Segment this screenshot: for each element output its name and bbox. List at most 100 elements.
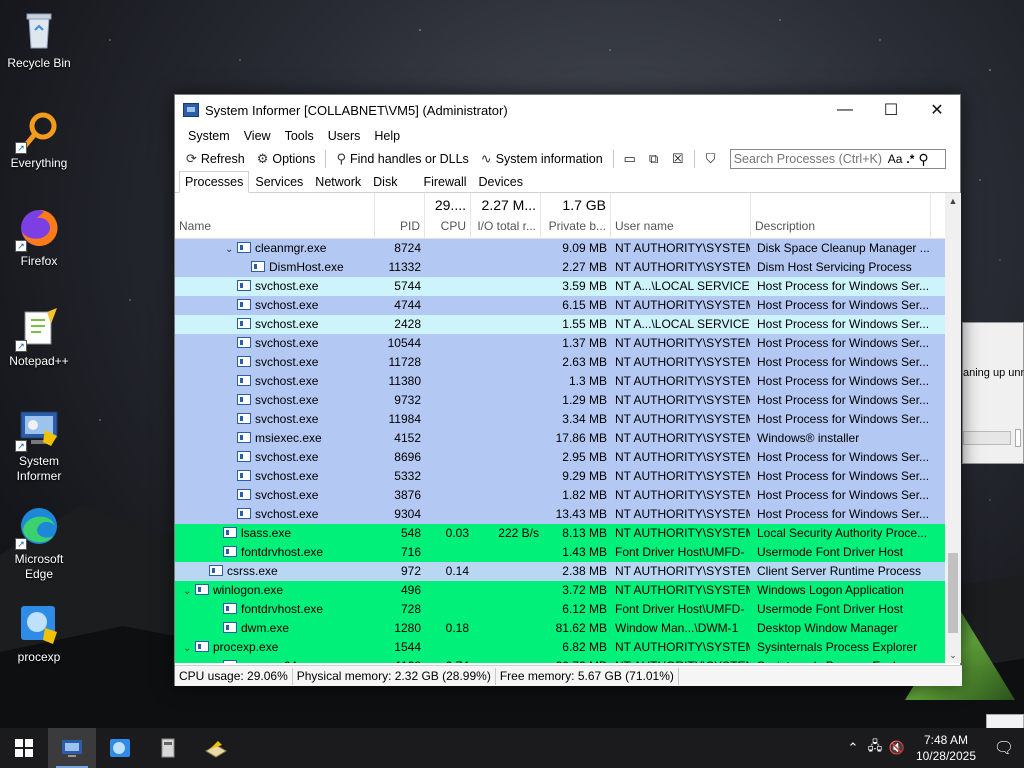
process-row[interactable]: svchost.exe 11984 3.34 MB NT AUTHORITY\SYST… [175, 410, 945, 429]
process-row[interactable]: procexp64.exe 11280.74 20.72 MB NT AUTHORIT… [175, 657, 945, 663]
scroll-down-icon[interactable]: ⌄ [945, 647, 961, 663]
process-row[interactable]: ⌄ cleanmgr.exe 8724 9.09 MB NT AUTHORITY\SYS… [175, 239, 945, 258]
column-private-bytes[interactable]: 1.7 GB Private b... [541, 193, 611, 239]
process-row[interactable]: csrss.exe 972 0.14 2.38 MB NT AUTHORITY\SYST… [175, 562, 945, 581]
regex-toggle[interactable]: .* [906, 152, 914, 166]
process-cpu [421, 334, 469, 353]
desktop-icon-notepadpp[interactable]: ↗ Notepad++ [4, 306, 74, 369]
find-window-icon[interactable]: ⧉ [643, 149, 665, 169]
tab-devices[interactable]: Devices [473, 172, 529, 192]
process-row[interactable]: svchost.exe 4744 6.15 MB NT AUTHORITY\SYSTE… [175, 296, 945, 315]
desktop-icon-procexp[interactable]: procexp [4, 602, 74, 665]
search-input[interactable] [733, 152, 886, 166]
system-informer-window[interactable]: System Informer [COLLABNET\VM5] (Adminis… [174, 94, 962, 686]
volume-muted-icon[interactable]: 🔇 [886, 740, 908, 756]
process-row[interactable]: svchost.exe 11728 2.63 MB NT AUTHORITY\SYST… [175, 353, 945, 372]
window-icon[interactable]: ▭ [619, 149, 641, 169]
background-window[interactable]: aning up unn [962, 322, 1024, 464]
system-information-button[interactable]: ∿ System information [476, 149, 608, 169]
desktop-icon-edge[interactable]: ↗ Microsoft Edge [4, 504, 74, 582]
process-row[interactable]: svchost.exe 5332 9.29 MB NT AUTHORITY\SYSTE… [175, 467, 945, 486]
process-user: NT AUTHORITY\SYSTEM [615, 393, 750, 407]
process-pid: 10544 [387, 336, 421, 350]
column-io[interactable]: 2.27 M... I/O total r... [471, 193, 541, 239]
expand-chevron-icon[interactable]: ⌄ [225, 240, 237, 258]
process-row[interactable]: ⌄ procexp.exe 1544 6.82 MB NT AUTHORITY\SYST… [175, 638, 945, 657]
desktop-icon-label: Firefox [20, 254, 58, 268]
shield-icon[interactable]: ⛉ [700, 149, 722, 169]
taskbar-installer[interactable] [192, 728, 240, 768]
tab-services[interactable]: Services [249, 172, 309, 192]
desktop-icon-system-informer[interactable]: ↗ System Informer [4, 406, 74, 484]
process-tree[interactable]: Name PID 29.... CPU 2.27 M... I/O total … [175, 193, 945, 663]
taskbar-cleanmgr[interactable] [144, 728, 192, 768]
process-row[interactable]: svchost.exe 3876 1.82 MB NT AUTHORITY\SYSTE… [175, 486, 945, 505]
column-pid[interactable]: PID [375, 193, 425, 239]
process-private-bytes: 3.34 MB [562, 412, 607, 426]
process-row[interactable]: svchost.exe 2428 1.55 MB NT A...\LOCAL SERV… [175, 315, 945, 334]
kill-window-icon[interactable]: ☒ [667, 149, 689, 169]
taskbar-system-informer[interactable] [48, 728, 96, 768]
process-row[interactable]: svchost.exe 9732 1.29 MB NT AUTHORITY\SYSTE… [175, 391, 945, 410]
tab-disk[interactable]: Disk [367, 172, 403, 192]
process-row[interactable]: DismHost.exe 11332 2.27 MB NT AUTHORITY\SYS… [175, 258, 945, 277]
scroll-up-icon[interactable]: ▲ [945, 193, 961, 209]
process-row[interactable]: svchost.exe 8696 2.95 MB NT AUTHORITY\SYSTE… [175, 448, 945, 467]
desktop-icon-label: procexp [17, 650, 61, 664]
options-button[interactable]: ⚙ Options [252, 149, 321, 169]
process-io: 222 B/s [498, 526, 539, 540]
start-button[interactable] [0, 728, 48, 768]
find-handles-label: Find handles or DLLs [349, 152, 469, 166]
title-bar[interactable]: System Informer [COLLABNET\VM5] (Adminis… [175, 95, 960, 125]
process-name: svchost.exe [255, 469, 319, 483]
tab-processes[interactable]: Processes [179, 171, 250, 193]
process-row[interactable]: fontdrvhost.exe 716 1.43 MB Font Driver Hos… [175, 543, 945, 562]
expand-chevron-icon[interactable]: ⌄ [183, 582, 195, 600]
column-cpu[interactable]: 29.... CPU [425, 193, 471, 239]
find-handles-button[interactable]: ⚲ Find handles or DLLs [331, 149, 473, 169]
tray-overflow-icon[interactable]: ⌃ [842, 740, 864, 756]
process-cpu [421, 296, 469, 315]
process-row[interactable]: lsass.exe 548 0.03 222 B/s 8.13 MB NT AUTHORI… [175, 524, 945, 543]
close-button[interactable]: ✕ [914, 95, 960, 125]
process-io [469, 505, 539, 524]
process-row[interactable]: svchost.exe 9304 13.43 MB NT AUTHORITY\SYST… [175, 505, 945, 524]
scroll-thumb[interactable] [948, 553, 958, 633]
match-case-toggle[interactable]: Aa [888, 152, 903, 166]
tab-firewall[interactable]: Firewall [417, 172, 472, 192]
column-description[interactable]: Description [751, 193, 931, 239]
desktop-icon-recycle-bin[interactable]: Recycle Bin [4, 8, 74, 71]
process-row[interactable]: ⌄ winlogon.exe 496 3.72 MB NT AUTHORITY\SYST… [175, 581, 945, 600]
menu-view[interactable]: View [237, 129, 278, 143]
maximize-button[interactable]: ☐ [868, 95, 914, 125]
column-name[interactable]: Name [175, 193, 375, 239]
column-user-name[interactable]: User name [611, 193, 751, 239]
desktop-icon-everything[interactable]: ↗ Everything [4, 108, 74, 171]
process-cpu [421, 581, 469, 600]
minimize-button[interactable]: — [822, 95, 868, 125]
network-icon[interactable]: 🖧 [864, 737, 886, 759]
tab-network[interactable]: Network [309, 172, 367, 192]
notification-center-icon[interactable]: 🗨 [984, 728, 1024, 768]
taskbar-procexp[interactable] [96, 728, 144, 768]
process-io [469, 239, 539, 258]
expand-chevron-icon[interactable]: ⌄ [183, 639, 195, 657]
magnifier-icon[interactable]: ⚲ [918, 151, 928, 168]
process-row[interactable]: fontdrvhost.exe 728 6.12 MB Font Driver Hos… [175, 600, 945, 619]
process-row[interactable]: msiexec.exe 4152 17.86 MB NT AUTHORITY\SYST… [175, 429, 945, 448]
vertical-scrollbar[interactable]: ▲ ⌄ [945, 193, 961, 663]
menu-users[interactable]: Users [321, 129, 368, 143]
process-row[interactable]: svchost.exe 11380 1.3 MB NT AUTHORITY\SYSTE… [175, 372, 945, 391]
search-box[interactable]: Aa .* ⚲ [729, 149, 946, 169]
desktop-icon-firefox[interactable]: ↗ Firefox [4, 206, 74, 269]
process-row[interactable]: svchost.exe 10544 1.37 MB NT AUTHORITY\SYST… [175, 334, 945, 353]
process-row[interactable]: dwm.exe 1280 0.18 81.62 MB Window Man...\DWM… [175, 619, 945, 638]
process-private-bytes: 6.15 MB [562, 298, 607, 312]
process-description: Sysinternals Process Explorer [757, 657, 929, 663]
process-row[interactable]: svchost.exe 5744 3.59 MB NT A...\LOCAL SERV… [175, 277, 945, 296]
menu-system[interactable]: System [181, 129, 237, 143]
menu-help[interactable]: Help [367, 129, 407, 143]
clock[interactable]: 7:48 AM 10/28/2025 [908, 732, 984, 764]
menu-tools[interactable]: Tools [278, 129, 321, 143]
refresh-button[interactable]: ⟳ Refresh [181, 149, 250, 169]
